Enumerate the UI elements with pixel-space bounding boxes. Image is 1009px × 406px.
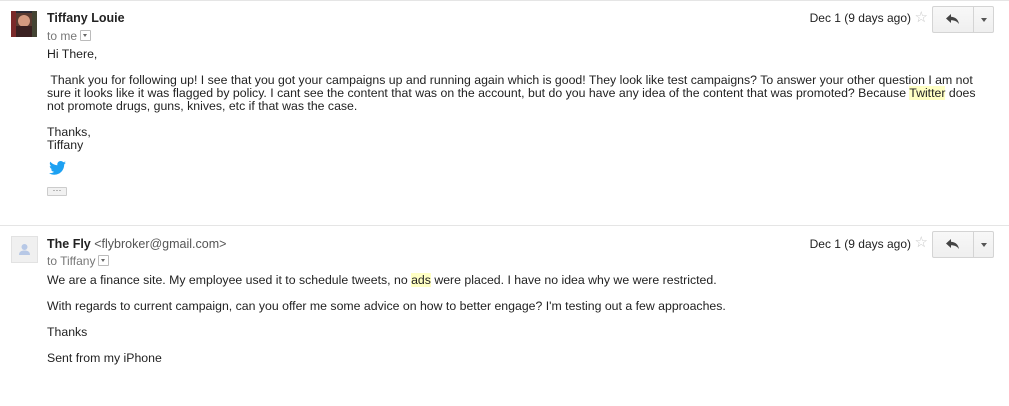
message-date: Dec 1 (9 days ago) (809, 237, 911, 251)
sender-email[interactable]: <flybroker@gmail.com> (94, 237, 226, 251)
body-text-part-2: were placed. I have no idea why we were … (430, 273, 717, 287)
sender-line: The Fly <flybroker@gmail.com> (47, 237, 226, 251)
message-body: Hi There, Thank you for following up! I … (47, 48, 977, 152)
show-trimmed-content-button[interactable]: ··· (47, 186, 67, 196)
more-options-button[interactable] (974, 7, 993, 32)
message-body: We are a finance site. My employee used … (47, 273, 977, 365)
message-date: Dec 1 (9 days ago) (809, 11, 911, 25)
sender-avatar[interactable] (11, 236, 38, 263)
highlighted-keyword: ads (411, 273, 431, 287)
reply-button-group (932, 231, 994, 258)
recipient-text: to me (47, 29, 78, 43)
recipient-details-dropdown-icon[interactable] (80, 30, 92, 41)
reply-button[interactable] (933, 232, 974, 257)
recipient-details-dropdown-icon[interactable] (98, 255, 110, 266)
greeting-text: Hi There, (47, 47, 98, 61)
reply-arrow-icon (946, 239, 959, 249)
mobile-signature-text: Sent from my iPhone (47, 351, 162, 365)
recipient-text: to Tiffany (47, 254, 96, 268)
body-text-part-1: Thank you for following up! I see that y… (47, 73, 977, 100)
signoff-text: Thanks, (47, 125, 91, 139)
chevron-down-icon (980, 17, 987, 22)
body-paragraph-1: We are a finance site. My employee used … (47, 273, 977, 287)
body-paragraph-2: With regards to current campaign, can yo… (47, 299, 726, 313)
email-message-2: The Fly <flybroker@gmail.com> to Tiffany… (0, 226, 1009, 406)
star-icon[interactable]: ☆ (915, 10, 928, 25)
highlighted-keyword: Twitter (909, 86, 946, 100)
twitter-bird-icon (49, 161, 66, 178)
chevron-down-icon (980, 242, 987, 247)
star-icon[interactable]: ☆ (915, 235, 928, 250)
recipient-line: to me (47, 29, 92, 43)
sender-avatar[interactable] (11, 11, 37, 37)
signature-text: Tiffany (47, 138, 84, 152)
signoff-text: Thanks (47, 325, 88, 339)
email-message-1: Tiffany Louie to me Dec 1 (9 days ago) ☆… (0, 0, 1009, 220)
body-text-part-1: We are a finance site. My employee used … (47, 273, 412, 287)
reply-button[interactable] (933, 7, 974, 32)
recipient-line: to Tiffany (47, 254, 110, 268)
body-paragraph: Thank you for following up! I see that y… (47, 74, 977, 113)
reply-arrow-icon (946, 14, 959, 24)
reply-button-group (932, 6, 994, 33)
sender-name[interactable]: The Fly (47, 237, 91, 251)
default-person-icon (19, 244, 30, 255)
more-options-button[interactable] (974, 232, 993, 257)
sender-name[interactable]: Tiffany Louie (47, 11, 125, 25)
